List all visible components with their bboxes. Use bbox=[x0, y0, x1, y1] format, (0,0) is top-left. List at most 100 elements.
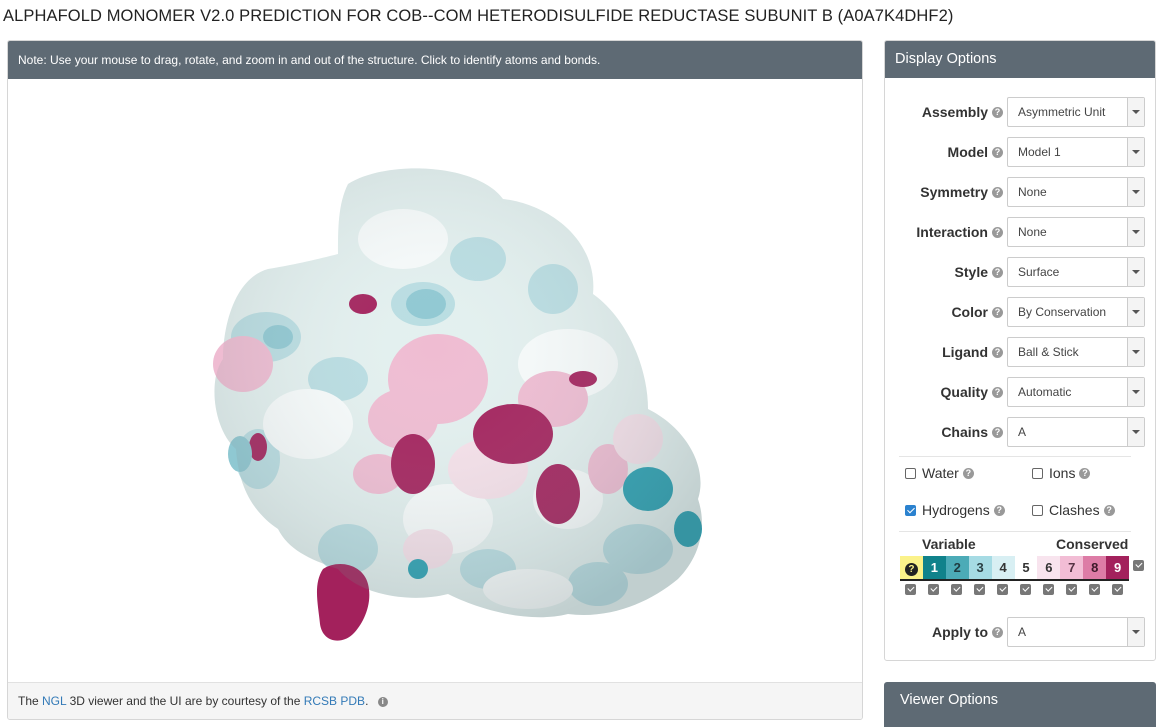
symmetry-select[interactable]: None bbox=[1007, 177, 1145, 207]
question-circle-icon: ? bbox=[904, 563, 918, 576]
select-all-scale-checkbox[interactable] bbox=[1133, 560, 1144, 571]
scale-cell-4: 4 bbox=[991, 556, 1015, 579]
help-icon[interactable]: ? bbox=[992, 226, 1003, 238]
help-icon[interactable]: ? bbox=[993, 504, 1005, 516]
help-icon[interactable]: ? bbox=[992, 426, 1003, 438]
style-label: Style? bbox=[955, 257, 1003, 287]
chevron-down-icon bbox=[1127, 418, 1144, 446]
scale-cell-8: 8 bbox=[1083, 556, 1107, 579]
option-row-ligand: Ligand? Ball & Stick bbox=[885, 337, 1155, 367]
ligand-select[interactable]: Ball & Stick bbox=[1007, 337, 1145, 367]
help-icon[interactable]: ? bbox=[1079, 467, 1091, 479]
scale-checkbox-1[interactable] bbox=[928, 584, 939, 595]
interaction-select[interactable]: None bbox=[1007, 217, 1145, 247]
color-label: Color? bbox=[951, 297, 1003, 327]
chevron-down-icon bbox=[1127, 338, 1144, 366]
symmetry-label: Symmetry? bbox=[920, 177, 1003, 207]
chains-label: Chains? bbox=[941, 417, 1003, 447]
scale-cell-unknown: ? bbox=[900, 556, 923, 579]
footer-text-suffix: . bbox=[365, 694, 369, 708]
conservation-color-scale: ? 1 2 3 4 5 6 7 8 9 bbox=[900, 556, 1130, 581]
help-icon[interactable]: ? bbox=[992, 346, 1003, 358]
color-select[interactable]: By Conservation bbox=[1007, 297, 1145, 327]
option-row-interaction: Interaction? None bbox=[885, 217, 1155, 247]
hydrogens-checkbox-row[interactable]: Hydrogens? bbox=[905, 500, 1005, 520]
help-icon[interactable]: ? bbox=[992, 266, 1003, 278]
chevron-down-icon bbox=[1127, 378, 1144, 406]
viewer-options-heading[interactable]: Viewer Options bbox=[884, 682, 1156, 727]
help-icon[interactable]: ? bbox=[992, 146, 1003, 158]
option-row-apply-to: Apply to? A bbox=[885, 617, 1155, 647]
help-icon[interactable]: ? bbox=[962, 467, 974, 479]
help-icon[interactable]: ? bbox=[1103, 504, 1115, 516]
chevron-down-icon bbox=[1127, 258, 1144, 286]
scale-checkbox-0[interactable] bbox=[905, 584, 916, 595]
chevron-down-icon bbox=[1127, 178, 1144, 206]
footer-text-prefix: The bbox=[18, 694, 43, 708]
scale-checkbox-7[interactable] bbox=[1066, 584, 1077, 595]
option-row-color: Color? By Conservation bbox=[885, 297, 1155, 327]
option-row-assembly: Assembly? Asymmetric Unit bbox=[885, 97, 1155, 127]
model-label: Model? bbox=[948, 137, 1003, 167]
option-row-quality: Quality? Automatic bbox=[885, 377, 1155, 407]
apply-to-select[interactable]: A bbox=[1007, 617, 1145, 647]
scale-checkbox-2[interactable] bbox=[951, 584, 962, 595]
option-row-symmetry: Symmetry? None bbox=[885, 177, 1155, 207]
rcsb-pdb-link[interactable]: RCSB PDB bbox=[304, 694, 365, 708]
page-title: ALPHAFOLD MONOMER V2.0 PREDICTION FOR CO… bbox=[3, 7, 954, 25]
ngl-3d-canvas[interactable] bbox=[8, 79, 862, 683]
scale-checkbox-4[interactable] bbox=[997, 584, 1008, 595]
water-checkbox[interactable] bbox=[905, 467, 916, 479]
help-icon[interactable]: ? bbox=[992, 386, 1003, 398]
quality-select[interactable]: Automatic bbox=[1007, 377, 1145, 407]
ngl-link[interactable]: NGL bbox=[42, 694, 66, 708]
chevron-down-icon bbox=[1127, 618, 1144, 646]
help-icon[interactable]: ? bbox=[992, 626, 1003, 638]
help-icon[interactable]: ? bbox=[992, 306, 1003, 318]
interaction-label: Interaction? bbox=[916, 217, 1003, 247]
assembly-label: Assembly? bbox=[922, 97, 1003, 127]
scale-checkbox-8[interactable] bbox=[1089, 584, 1100, 595]
chevron-down-icon bbox=[1127, 218, 1144, 246]
model-select[interactable]: Model 1 bbox=[1007, 137, 1145, 167]
ions-checkbox[interactable] bbox=[1032, 467, 1043, 479]
help-icon[interactable]: ? bbox=[992, 186, 1003, 198]
display-options-panel: Display Options Assembly? Asymmetric Uni… bbox=[884, 40, 1156, 661]
clashes-checkbox[interactable] bbox=[1032, 504, 1043, 516]
divider bbox=[899, 531, 1131, 532]
option-row-style: Style? Surface bbox=[885, 257, 1155, 287]
clashes-checkbox-row[interactable]: Clashes? bbox=[1032, 500, 1115, 520]
divider bbox=[899, 456, 1131, 457]
help-icon[interactable]: ? bbox=[992, 106, 1003, 118]
scale-checkbox-6[interactable] bbox=[1043, 584, 1054, 595]
footer-text-middle: 3D viewer and the UI are by courtesy of … bbox=[66, 694, 304, 708]
info-icon[interactable]: i bbox=[377, 696, 388, 707]
chevron-down-icon bbox=[1127, 138, 1144, 166]
chevron-down-icon bbox=[1127, 98, 1144, 126]
scale-cell-6: 6 bbox=[1037, 556, 1061, 579]
scale-checkbox-5[interactable] bbox=[1020, 584, 1031, 595]
apply-to-label: Apply to? bbox=[932, 617, 1003, 647]
chains-select[interactable]: A bbox=[1007, 417, 1145, 447]
viewer-footer: The NGL 3D viewer and the UI are by cour… bbox=[8, 682, 862, 719]
hydrogens-checkbox[interactable] bbox=[905, 504, 916, 516]
ligand-label: Ligand? bbox=[942, 337, 1003, 367]
scale-cell-7: 7 bbox=[1060, 556, 1084, 579]
surface-shading bbox=[214, 168, 702, 618]
scale-variable-label: Variable bbox=[922, 536, 976, 552]
scale-checkbox-9[interactable] bbox=[1112, 584, 1123, 595]
quality-label: Quality? bbox=[941, 377, 1003, 407]
assembly-select[interactable]: Asymmetric Unit bbox=[1007, 97, 1145, 127]
scale-checkbox-3[interactable] bbox=[974, 584, 985, 595]
scale-cell-9: 9 bbox=[1106, 556, 1130, 579]
display-options-heading: Display Options bbox=[885, 41, 1155, 78]
protein-surface-render[interactable] bbox=[8, 79, 862, 683]
scale-conserved-label: Conserved bbox=[1056, 536, 1129, 552]
water-checkbox-row[interactable]: Water? bbox=[905, 463, 974, 483]
ions-checkbox-row[interactable]: Ions? bbox=[1032, 463, 1091, 483]
chevron-down-icon bbox=[1127, 298, 1144, 326]
scale-cell-1: 1 bbox=[922, 556, 946, 579]
structure-viewer-panel: Note: Use your mouse to drag, rotate, an… bbox=[7, 40, 863, 720]
style-select[interactable]: Surface bbox=[1007, 257, 1145, 287]
viewer-note: Note: Use your mouse to drag, rotate, an… bbox=[8, 41, 862, 79]
